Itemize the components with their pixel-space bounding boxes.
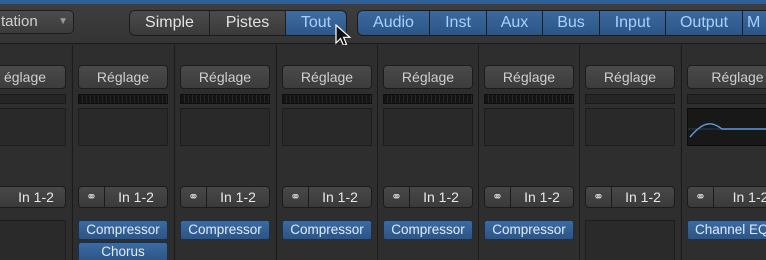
input-slot[interactable]: ⚭ In 1-2 xyxy=(484,186,574,208)
type-output-button[interactable]: Output xyxy=(666,11,743,35)
empty-plugin-slot[interactable] xyxy=(585,220,675,260)
input-label: In 1-2 xyxy=(18,189,54,205)
input-label: In 1-2 xyxy=(732,189,766,205)
input-label: In 1-2 xyxy=(524,189,560,205)
plugin-slot[interactable]: Compressor xyxy=(383,220,473,240)
stereo-link-icon[interactable]: ⚭ xyxy=(181,187,207,207)
setting-button[interactable]: Réglage xyxy=(484,65,574,89)
filter-segmented-control: Simple Pistes Tout xyxy=(129,10,347,36)
plugin-slot[interactable]: Compressor xyxy=(484,220,574,240)
setting-button[interactable]: Réglage xyxy=(282,65,372,89)
eq-curve-icon xyxy=(688,123,766,138)
eq-thumbnail[interactable] xyxy=(484,108,574,146)
eq-thumbnail[interactable] xyxy=(585,108,675,146)
level-meter xyxy=(78,94,168,104)
channel-strip: Réglage ⚭ In 1-2 xyxy=(579,45,680,260)
level-meter xyxy=(484,94,574,104)
plugin-slot[interactable]: Channel EQ xyxy=(687,220,766,240)
plugin-slot[interactable]: Compressor xyxy=(78,220,168,240)
type-inst-button[interactable]: Inst xyxy=(430,11,487,35)
stereo-link-icon[interactable]: ⚭ xyxy=(283,187,309,207)
stereo-link-icon[interactable]: ⚭ xyxy=(586,187,612,207)
eq-thumbnail[interactable] xyxy=(180,108,270,146)
eq-thumbnail[interactable] xyxy=(687,108,766,146)
mixer-toolbar: tation ▼ Simple Pistes Tout Audio Inst A… xyxy=(0,0,766,44)
input-slot[interactable]: ⚭ In 1-2 xyxy=(585,186,675,208)
input-slot[interactable]: In 1-2 xyxy=(0,186,66,208)
eq-thumbnail[interactable] xyxy=(383,108,473,146)
input-slot[interactable]: ⚭ In 1-2 xyxy=(282,186,372,208)
level-meter xyxy=(687,94,766,104)
input-label: In 1-2 xyxy=(118,189,154,205)
stereo-link-icon[interactable]: ⚭ xyxy=(688,187,714,207)
chevron-down-icon: ▼ xyxy=(58,16,68,27)
stereo-link-icon[interactable]: ⚭ xyxy=(485,187,511,207)
setting-button[interactable]: Réglage xyxy=(383,65,473,89)
input-label: In 1-2 xyxy=(625,189,661,205)
channel-type-segmented-control: Audio Inst Aux Bus Input Output M xyxy=(357,10,766,36)
input-slot[interactable]: ⚭ In 1-2 xyxy=(78,186,168,208)
setting-button[interactable]: Réglage xyxy=(180,65,270,89)
type-aux-button[interactable]: Aux xyxy=(487,11,543,35)
stereo-link-icon[interactable]: ⚭ xyxy=(384,187,410,207)
setting-button[interactable]: Réglage xyxy=(585,65,675,89)
plugin-slot[interactable]: Compressor xyxy=(180,220,270,240)
channel-strip: églage In 1-2 xyxy=(0,45,71,260)
level-meter xyxy=(282,94,372,104)
type-audio-button[interactable]: Audio xyxy=(358,11,430,35)
plugin-slot[interactable]: Compressor xyxy=(282,220,372,240)
channel-strip: Réglage ⚭ In 1-2 Compressor xyxy=(478,45,579,260)
filter-simple-button[interactable]: Simple xyxy=(130,11,210,35)
level-meter xyxy=(180,94,270,104)
level-meter xyxy=(0,94,66,104)
eq-thumbnail[interactable] xyxy=(78,108,168,146)
input-label: In 1-2 xyxy=(423,189,459,205)
input-slot[interactable]: ⚭ In 1-2 xyxy=(180,186,270,208)
type-bus-button[interactable]: Bus xyxy=(543,11,600,35)
channel-strip: Réglage ⚭ In 1-2 Compressor xyxy=(377,45,478,260)
channel-strip: Réglage ⚭ In 1-2 Compressor xyxy=(276,45,377,260)
channel-strip-area: églage In 1-2 Réglage ⚭ In 1-2 Compresso… xyxy=(0,45,766,260)
channel-strip: Réglage ⚭ In 1-2 Compressor Chorus xyxy=(72,45,173,260)
view-menu-popup[interactable]: tation ▼ xyxy=(0,10,74,34)
channel-strip: Réglage ⚭ In 1-2 Compressor xyxy=(174,45,275,260)
eq-thumbnail[interactable] xyxy=(0,108,66,146)
channel-strip: Réglage ⚭ In 1-2 Channel EQ xyxy=(681,45,766,260)
eq-thumbnail[interactable] xyxy=(282,108,372,146)
setting-button[interactable]: églage xyxy=(0,65,66,89)
input-label: In 1-2 xyxy=(220,189,256,205)
level-meter xyxy=(585,94,675,104)
plugin-slot[interactable]: Chorus xyxy=(78,242,168,260)
toolbar-top-accent xyxy=(0,0,766,4)
input-slot[interactable]: ⚭ In 1-2 xyxy=(383,186,473,208)
empty-plugin-slot[interactable] xyxy=(0,220,66,260)
type-input-button[interactable]: Input xyxy=(600,11,666,35)
setting-button[interactable]: Réglage xyxy=(687,65,766,89)
input-slot[interactable]: ⚭ In 1-2 xyxy=(687,186,766,208)
stereo-link-icon[interactable]: ⚭ xyxy=(79,187,105,207)
filter-pistes-button[interactable]: Pistes xyxy=(210,11,286,35)
setting-button[interactable]: Réglage xyxy=(78,65,168,89)
level-meter xyxy=(383,94,473,104)
type-more-button[interactable]: M xyxy=(743,11,766,35)
view-menu-label: tation xyxy=(1,13,38,30)
input-label: In 1-2 xyxy=(322,189,358,205)
